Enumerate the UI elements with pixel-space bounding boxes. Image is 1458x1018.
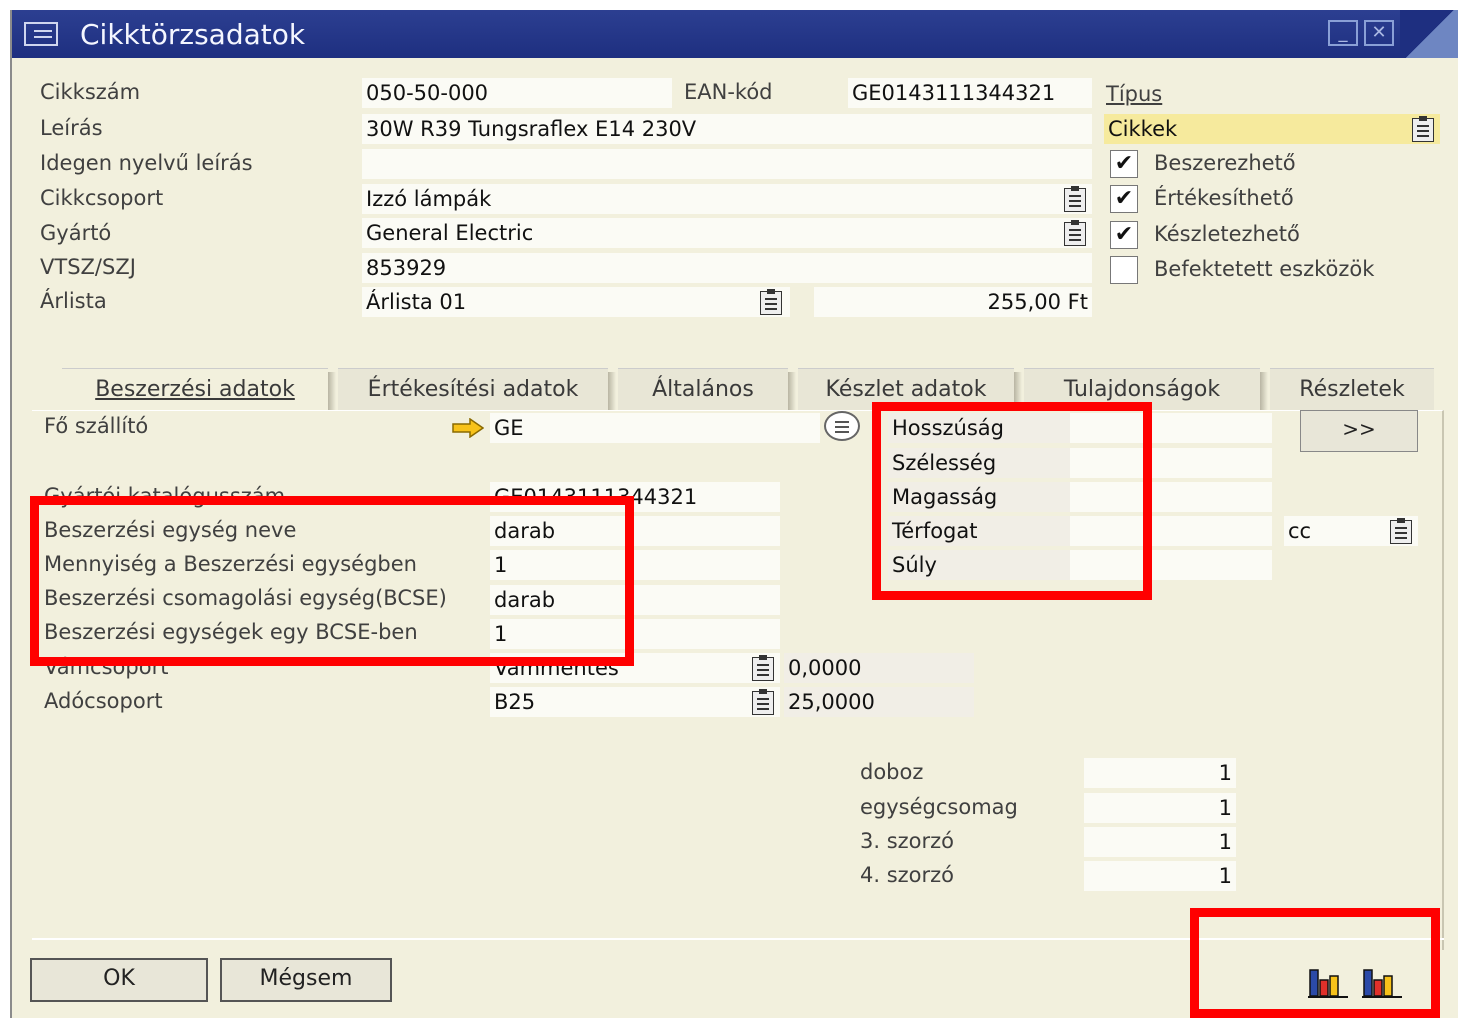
dropdown-list-icon[interactable] bbox=[1412, 116, 1434, 142]
tab-label: Értékesítési adatok bbox=[367, 377, 579, 402]
vtsz-label: VTSZ/SZJ bbox=[40, 255, 136, 279]
highlight-box-purchasing-units bbox=[30, 496, 634, 666]
packaging-label: egységcsomag bbox=[860, 795, 1018, 819]
price-field[interactable]: 255,00 Ft bbox=[814, 287, 1092, 317]
type-label: Típus bbox=[1106, 82, 1163, 106]
choose-from-list-icon[interactable] bbox=[824, 411, 860, 441]
foreign-desc-field[interactable] bbox=[362, 149, 1092, 179]
desc-label: Leírás bbox=[40, 116, 103, 140]
ok-button[interactable]: OK bbox=[30, 958, 208, 1002]
customs-rate-field: 0,0000 bbox=[784, 653, 974, 683]
tab-label: Készlet adatok bbox=[825, 377, 987, 402]
list-icon[interactable] bbox=[752, 655, 774, 681]
tax-label: Adócsoport bbox=[44, 689, 163, 713]
link-arrow-icon[interactable] bbox=[452, 418, 484, 438]
tab-separator bbox=[788, 372, 796, 410]
tab-separator bbox=[328, 372, 336, 410]
tab-label: Tulajdonságok bbox=[1063, 377, 1221, 402]
list-icon[interactable] bbox=[1064, 186, 1086, 212]
packaging-label: 3. szorzó bbox=[860, 829, 955, 853]
ean-label: EAN-kód bbox=[684, 80, 773, 104]
type-select[interactable]: Cikkek bbox=[1104, 114, 1440, 144]
tab-separator bbox=[1260, 372, 1268, 410]
tax-rate-field: 25,0000 bbox=[784, 687, 974, 717]
tax-field[interactable]: B25 bbox=[490, 687, 780, 717]
vtsz-field[interactable]: 853929 bbox=[362, 253, 1092, 283]
packaging-field[interactable]: 1 bbox=[1084, 793, 1236, 823]
pricelist-field[interactable]: Árlista 01 bbox=[362, 287, 790, 317]
packaging-field[interactable]: 1 bbox=[1084, 758, 1236, 788]
item-no-field[interactable]: 050-50-000 bbox=[362, 78, 672, 108]
tab-label: Részletek bbox=[1299, 377, 1405, 402]
list-icon[interactable] bbox=[760, 289, 782, 315]
title-bar[interactable]: Cikktörzsadatok _ ✕ bbox=[12, 10, 1458, 58]
minimize-icon[interactable]: _ bbox=[1328, 20, 1358, 46]
fixed-asset-checkbox[interactable] bbox=[1110, 256, 1138, 284]
group-label: Cikkcsoport bbox=[40, 186, 164, 210]
cancel-button[interactable]: Mégsem bbox=[220, 958, 392, 1002]
desc-field[interactable]: 30W R39 Tungsraflex E14 230V bbox=[362, 114, 1092, 144]
group-field[interactable]: Izzó lámpák bbox=[362, 184, 1092, 214]
main-supplier-field[interactable]: GE bbox=[490, 413, 820, 443]
tab-general[interactable]: Általános bbox=[618, 368, 788, 410]
packaging-label: 4. szorzó bbox=[860, 863, 955, 887]
ean-field[interactable]: GE0143111344321 bbox=[848, 78, 1092, 108]
highlight-box-dimensions bbox=[872, 402, 1152, 600]
pricelist-label: Árlista bbox=[40, 289, 107, 313]
manufacturer-field[interactable]: General Electric bbox=[362, 218, 1092, 248]
tab-label: Beszerzési adatok bbox=[95, 377, 295, 402]
tab-sales[interactable]: Értékesítési adatok bbox=[338, 368, 608, 410]
list-icon[interactable] bbox=[752, 689, 774, 715]
packaging-field[interactable]: 1 bbox=[1084, 861, 1236, 891]
sellable-label: Értékesíthető bbox=[1154, 186, 1294, 210]
item-master-window: Cikktörzsadatok _ ✕ Cikkszám 050-50-000 … bbox=[10, 10, 1458, 1018]
more-button[interactable]: >> bbox=[1300, 410, 1418, 452]
inventory-checkbox[interactable]: ✔ bbox=[1110, 221, 1138, 249]
tab-separator bbox=[608, 372, 616, 410]
inventory-label: Készletezhető bbox=[1154, 222, 1300, 246]
close-icon[interactable]: ✕ bbox=[1364, 20, 1394, 46]
highlight-box-report-icons bbox=[1190, 908, 1440, 1018]
dropdown-list-icon[interactable] bbox=[1390, 518, 1412, 544]
main-supplier-label: Fő szállító bbox=[44, 414, 149, 438]
packaging-field[interactable]: 1 bbox=[1084, 827, 1236, 857]
sellable-checkbox[interactable]: ✔ bbox=[1110, 185, 1138, 213]
tab-purchasing[interactable]: Beszerzési adatok bbox=[62, 368, 328, 410]
tab-label: Általános bbox=[652, 377, 754, 402]
tab-details[interactable]: Részletek bbox=[1270, 368, 1434, 410]
foreign-desc-label: Idegen nyelvű leírás bbox=[40, 151, 253, 175]
fixed-asset-label: Befektetett eszközök bbox=[1154, 257, 1375, 281]
manufacturer-label: Gyártó bbox=[40, 221, 112, 245]
item-no-label: Cikkszám bbox=[40, 80, 141, 104]
packaging-label: doboz bbox=[860, 760, 924, 784]
purchasable-label: Beszerezhető bbox=[1154, 151, 1296, 175]
window-title: Cikktörzsadatok bbox=[80, 18, 306, 51]
purchasable-checkbox[interactable]: ✔ bbox=[1110, 150, 1138, 178]
form-icon bbox=[24, 22, 58, 46]
list-icon[interactable] bbox=[1064, 220, 1086, 246]
title-corner bbox=[1400, 10, 1458, 58]
